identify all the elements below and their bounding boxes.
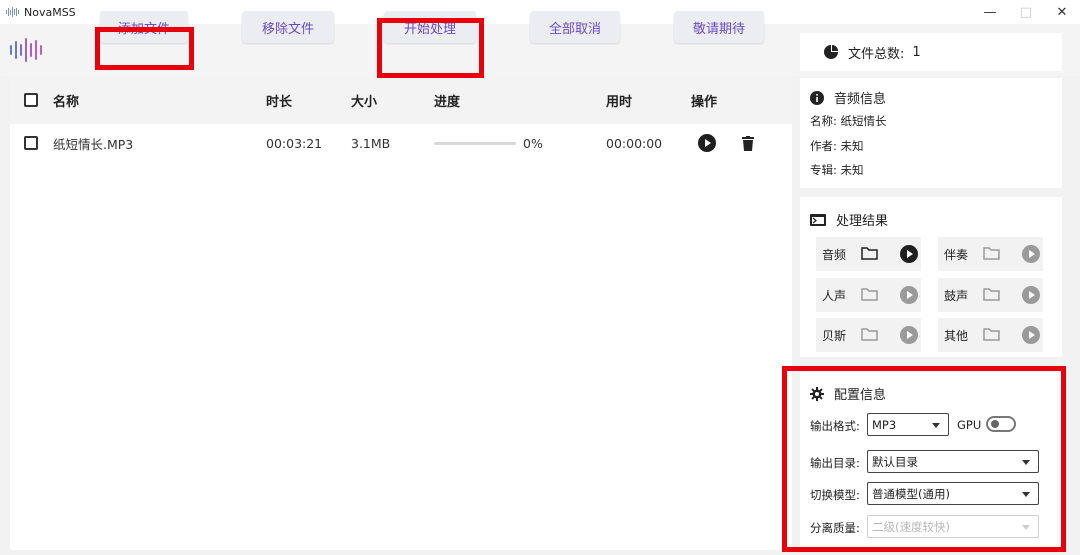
play-icon[interactable] [698, 134, 716, 152]
delete-icon[interactable] [742, 135, 754, 151]
row-checkbox[interactable] [24, 136, 38, 150]
file-elapsed: 00:00:00 [606, 135, 663, 151]
play-icon[interactable] [900, 245, 918, 267]
remove-file-button[interactable]: 移除文件 [242, 11, 334, 43]
output-dir-label: 输出目录: [810, 456, 860, 470]
maximize-button[interactable]: □ [1008, 0, 1044, 24]
config-title: 配置信息 [834, 388, 887, 403]
column-header-size: 大小 [351, 94, 378, 110]
format-select[interactable]: MP3 [867, 413, 949, 436]
folder-icon[interactable] [861, 287, 878, 305]
results-card: 处理结果 音频 伴奏人声 鼓声贝斯 其他 [800, 197, 1062, 357]
info-icon [810, 90, 824, 105]
pie-chart-icon [824, 45, 838, 59]
table-row[interactable]: 纸短情长.MP3 00:03:21 3.1MB 0% 00:00:00 [10, 124, 792, 162]
gear-icon [810, 386, 824, 401]
audio-author: 作者: 未知 [810, 139, 864, 153]
result-item-label: 鼓声 [944, 288, 969, 303]
column-header-elapsed: 用时 [606, 94, 633, 110]
audio-name: 名称: 纸短情长 [810, 114, 887, 128]
add-file-button[interactable]: 添加文件 [100, 11, 188, 43]
gpu-toggle[interactable] [986, 416, 1016, 432]
play-icon[interactable] [1022, 326, 1040, 348]
result-item: 鼓声 [938, 278, 1043, 312]
config-card: 配置信息 输出格式: MP3 GPU 输出目录: 默认目录 切换模型: 普通模型… [800, 372, 1062, 550]
column-header-actions: 操作 [691, 94, 718, 110]
file-name: 纸短情长.MP3 [53, 136, 134, 152]
result-item-label: 人声 [822, 288, 847, 303]
app-logo-icon [10, 37, 46, 63]
toggle-knob [991, 420, 999, 428]
close-button[interactable]: ✕ [1044, 0, 1080, 24]
play-icon[interactable] [900, 326, 918, 348]
app-small-logo-icon [6, 7, 20, 17]
result-item-label: 贝斯 [822, 328, 847, 343]
result-item-label: 其他 [944, 328, 969, 343]
result-item: 伴奏 [938, 237, 1043, 271]
file-table: 名称 时长 大小 进度 用时 操作 纸短情长.MP3 00:03:21 3.1M… [10, 76, 792, 550]
quality-value: 二级(速度较快) [872, 519, 950, 534]
quality-label: 分离质量: [810, 521, 860, 535]
chevron-down-icon [932, 423, 940, 428]
format-label: 输出格式: [810, 419, 860, 433]
result-item: 贝斯 [816, 318, 921, 352]
table-header: 名称 时长 大小 进度 用时 操作 [10, 76, 792, 124]
chevron-down-icon [1022, 525, 1030, 530]
cancel-all-button[interactable]: 全部取消 [530, 11, 620, 43]
model-label: 切换模型: [810, 488, 860, 502]
file-size: 3.1MB [351, 135, 391, 151]
window-title: NovaMSS [24, 5, 76, 19]
play-icon[interactable] [1022, 286, 1040, 308]
chevron-down-icon [1022, 460, 1030, 465]
format-value: MP3 [872, 417, 897, 432]
column-header-progress: 进度 [434, 94, 461, 110]
audio-album: 专辑: 未知 [810, 163, 864, 177]
column-header-duration: 时长 [266, 94, 293, 110]
results-title: 处理结果 [836, 214, 889, 229]
minimize-button[interactable]: — [972, 0, 1008, 24]
file-count-label: 文件总数: [848, 46, 905, 62]
select-all-checkbox[interactable] [24, 93, 38, 107]
progress-percent: 0% [523, 135, 543, 151]
chevron-down-icon [1022, 492, 1030, 497]
file-count-value: 1 [912, 44, 921, 60]
play-icon[interactable] [900, 286, 918, 308]
audio-info-title: 音频信息 [834, 92, 887, 107]
model-select[interactable]: 普通模型(通用) [867, 482, 1039, 505]
play-icon[interactable] [1022, 245, 1040, 267]
quality-select[interactable]: 二级(速度较快) [867, 515, 1039, 538]
terminal-icon [810, 213, 826, 226]
folder-icon[interactable] [983, 246, 1000, 264]
folder-icon[interactable] [861, 246, 878, 264]
result-item-label: 伴奏 [944, 247, 969, 262]
audio-info-card: 音频信息 名称: 纸短情长 作者: 未知 专辑: 未知 [800, 78, 1062, 188]
gpu-label: GPU [957, 418, 982, 432]
folder-icon[interactable] [983, 287, 1000, 305]
model-value: 普通模型(通用) [872, 486, 950, 501]
output-dir-value: 默认目录 [872, 454, 918, 469]
start-process-button[interactable]: 开始处理 [384, 11, 476, 43]
progress-bar [434, 141, 516, 145]
file-count-card: 文件总数: 1 [800, 33, 1062, 71]
result-item-label: 音频 [822, 247, 847, 262]
result-item: 音频 [816, 237, 921, 271]
file-duration: 00:03:21 [266, 135, 323, 151]
column-header-name: 名称 [53, 94, 80, 110]
coming-soon-button[interactable]: 敬请期待 [674, 11, 764, 43]
folder-icon[interactable] [861, 327, 878, 345]
result-item: 其他 [938, 318, 1043, 352]
output-dir-select[interactable]: 默认目录 [867, 450, 1039, 473]
folder-icon[interactable] [983, 327, 1000, 345]
result-item: 人声 [816, 278, 921, 312]
